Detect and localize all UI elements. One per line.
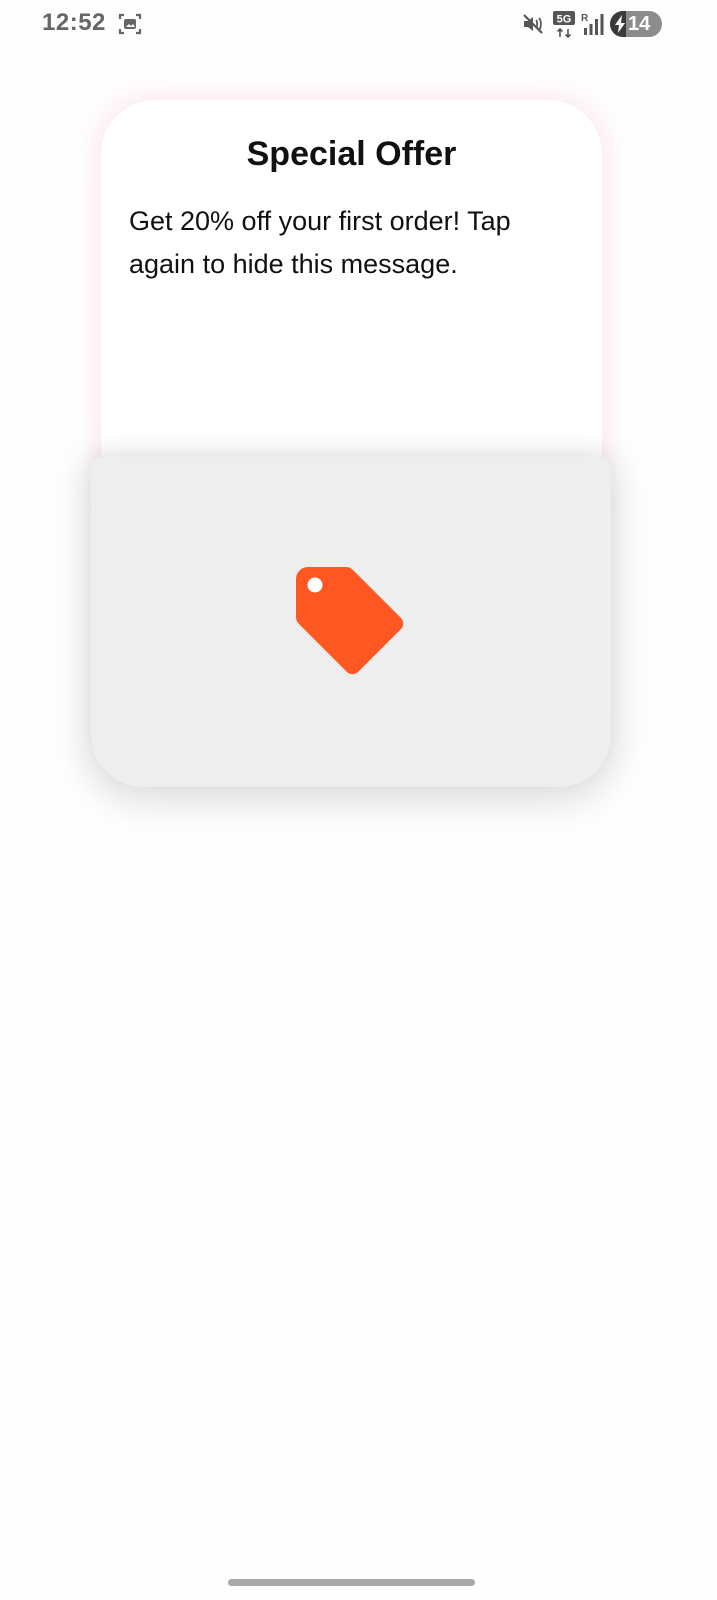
mute-icon [523, 14, 543, 34]
screenshot-icon [118, 13, 142, 35]
special-offer-card[interactable]: Special Offer Get 20% off your first ord… [101, 100, 602, 500]
offer-cover-card[interactable] [91, 457, 611, 787]
offer-title: Special Offer [246, 135, 457, 173]
home-gesture-bar[interactable] [228, 1579, 475, 1586]
network-label: 5G [557, 14, 572, 26]
5g-network-icon: 5G [553, 11, 575, 38]
roaming-label: R [581, 13, 589, 24]
charging-bolt-icon [615, 15, 625, 33]
status-time: 12:52 [42, 9, 106, 36]
tag-icon [296, 567, 404, 675]
battery-level: 14 [628, 13, 651, 35]
signal-icon: R [581, 13, 604, 35]
status-bar: 12:52 5G R 14 [0, 0, 717, 50]
battery-indicator: 14 [610, 11, 662, 37]
offer-message: Get 20% off your first order! Tap again … [129, 206, 511, 279]
